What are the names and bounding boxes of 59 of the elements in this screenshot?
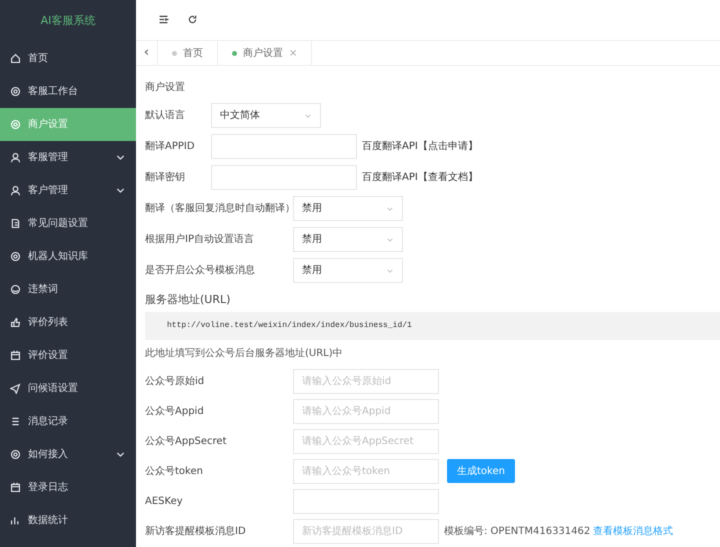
sidebar-item[interactable]: 违禁词 bbox=[0, 273, 136, 306]
input-field[interactable] bbox=[293, 488, 439, 514]
field-label: 翻译密钥 bbox=[145, 170, 186, 185]
section-title: 服务器地址(URL) bbox=[145, 292, 232, 308]
sidebar-item[interactable]: 问候语设置 bbox=[0, 372, 136, 405]
user-icon bbox=[10, 185, 21, 196]
sidebar-item[interactable]: 评价列表 bbox=[0, 306, 136, 339]
user-icon bbox=[10, 152, 21, 163]
sidebar-item[interactable]: 消息记录 bbox=[0, 405, 136, 438]
sidebar-item[interactable]: 如何接入 bbox=[0, 438, 136, 471]
field-label: 翻译APPID bbox=[145, 140, 196, 154]
smiley-icon bbox=[10, 284, 21, 295]
chart-icon bbox=[10, 515, 21, 526]
document-icon bbox=[10, 218, 21, 229]
page-title: 商户设置 bbox=[145, 80, 186, 94]
calendar-icon bbox=[10, 350, 21, 361]
input-field[interactable]: 新访客提醒模板消息ID bbox=[293, 518, 439, 544]
template-note: 模板编号: OPENTM416331462 bbox=[444, 524, 590, 538]
calendar-icon bbox=[10, 482, 21, 493]
select-field[interactable]: 中文简体 bbox=[211, 103, 321, 128]
field-label: 翻译（客服回复消息时自动翻译） bbox=[145, 202, 293, 216]
field-label: 公众号原始id bbox=[145, 374, 206, 388]
input-field[interactable]: 请输入公众号Appid bbox=[293, 398, 439, 424]
field-label: 新访客提醒模板消息ID bbox=[145, 524, 247, 538]
thumb-icon bbox=[10, 317, 21, 328]
baidu-api-link[interactable]: 百度翻译API【点击申请】 bbox=[362, 139, 478, 154]
sidebar-item[interactable]: 登录日志 bbox=[0, 471, 136, 504]
sidebar-item[interactable]: 客户管理 bbox=[0, 174, 136, 207]
select-field[interactable]: 禁用 bbox=[293, 258, 403, 283]
send-icon bbox=[10, 383, 21, 394]
sidebar-item[interactable]: 数据统计 bbox=[0, 504, 136, 537]
field-label: AESKey bbox=[145, 494, 184, 508]
baidu-api-link[interactable]: 百度翻译API【查看文档】 bbox=[362, 170, 478, 185]
server-url-text: http://voline.test/weixin/index/index/business_id/1 bbox=[145, 312, 720, 340]
select-field[interactable]: 禁用 bbox=[293, 227, 403, 252]
sidebar-item[interactable]: 客服工作台 bbox=[0, 75, 136, 108]
input-field[interactable]: 请输入公众号token bbox=[293, 458, 439, 484]
app-logo-text: AI客服系统 bbox=[40, 12, 96, 29]
sidebar-item[interactable]: 常见问题设置 bbox=[0, 207, 136, 240]
field-label: 公众号Appid bbox=[145, 404, 205, 418]
field-label: 根据用户IP自动设置语言 bbox=[145, 232, 255, 247]
menu-icon bbox=[158, 14, 169, 26]
input-field[interactable]: 请输入公众号原始id bbox=[293, 368, 439, 394]
sidebar-item[interactable]: 首页 bbox=[0, 42, 136, 75]
sidebar-item[interactable]: 机器人知识库 bbox=[0, 240, 136, 273]
input-field[interactable]: 请输入公众号AppSecret bbox=[293, 428, 439, 454]
field-label: 公众号token bbox=[145, 464, 204, 478]
refresh-icon bbox=[187, 14, 198, 26]
field-label: 是否开启公众号模板消息 bbox=[145, 264, 256, 278]
help-text: 此地址填写到公众号后台服务器地址(URL)中 bbox=[145, 346, 344, 360]
sidebar-item[interactable]: 评价设置 bbox=[0, 339, 136, 372]
field-label: 默认语言 bbox=[145, 108, 186, 123]
input-field[interactable] bbox=[211, 165, 357, 190]
home-icon bbox=[10, 53, 21, 64]
input-field[interactable] bbox=[211, 134, 357, 159]
field-label: 公众号AppSecret bbox=[145, 434, 228, 448]
sidebar-item[interactable]: 客服管理 bbox=[0, 141, 136, 174]
list-icon bbox=[10, 416, 21, 427]
select-field[interactable]: 禁用 bbox=[293, 196, 403, 221]
